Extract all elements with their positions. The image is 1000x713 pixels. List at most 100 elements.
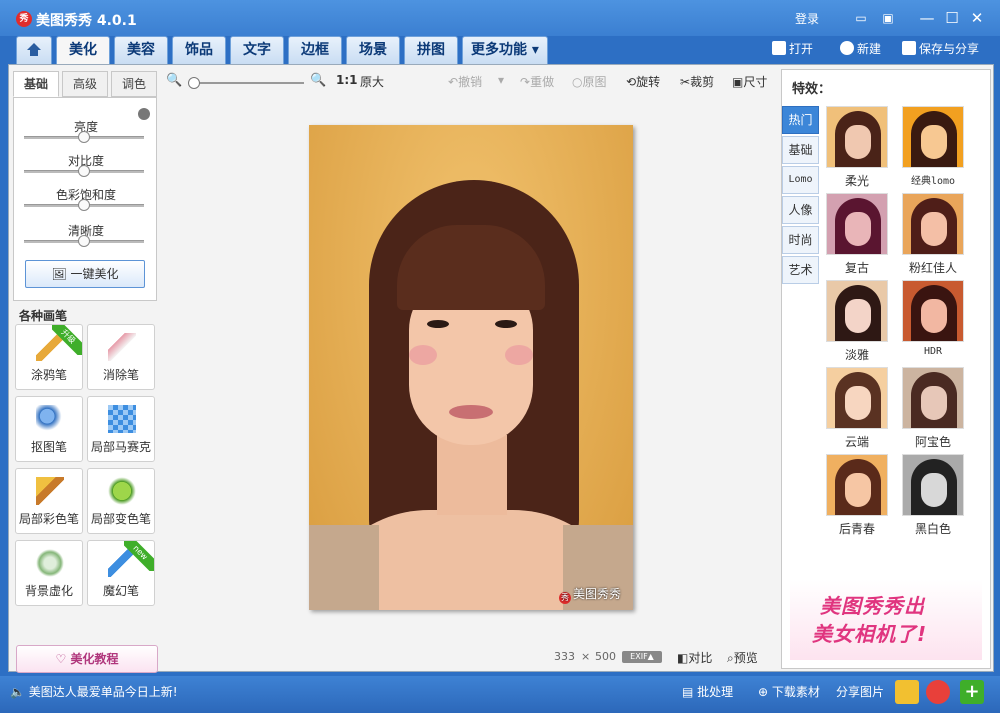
new-button[interactable]: 新建	[840, 40, 881, 58]
sharpness-knob[interactable]	[78, 235, 90, 247]
effect-thumbnail[interactable]	[902, 454, 964, 516]
beautify-tutorial-button[interactable]: ♡ 美化教程	[16, 645, 158, 673]
sharpness-slider[interactable]	[24, 235, 144, 247]
maximize-button[interactable]: ☐	[943, 9, 961, 27]
preview-button[interactable]: ⌕预览	[727, 649, 758, 666]
minimize-button[interactable]: —	[918, 9, 936, 27]
photo-sweater-left	[309, 525, 379, 610]
brightness-knob[interactable]	[78, 131, 90, 143]
mosaic-brush-button[interactable]: 局部马赛克	[87, 396, 155, 462]
subtab-color[interactable]: 调色	[111, 71, 157, 97]
effect-thumbnail[interactable]	[826, 367, 888, 429]
save-share-button[interactable]: 保存与分享	[902, 40, 979, 58]
graffiti-brush-button[interactable]: 升级 涂鸦笔	[15, 324, 83, 390]
edit-toolbar: 🔍 🔍 1:1 原大 ↶撤销 ▾ ↷重做 ○原图 ⟲旋转 ✂裁剪 ▣尺寸	[164, 71, 779, 93]
redo-label: 重做	[530, 75, 555, 89]
category-basic[interactable]: 基础	[782, 136, 819, 164]
add-share-icon[interactable]: +	[960, 680, 984, 704]
cutout-pen-icon	[36, 405, 64, 433]
brightness-slider[interactable]	[24, 131, 144, 143]
open-button[interactable]: 打开	[772, 40, 813, 58]
status-bar: 🔈 美图达人最爱单品今日上新! ▤ 批处理 ⊕ 下载素材 分享图片 +	[0, 676, 1000, 713]
contrast-knob[interactable]	[78, 165, 90, 177]
share-image-button[interactable]: 分享图片	[836, 683, 884, 700]
subtab-basic[interactable]: 基础	[13, 71, 59, 97]
category-art[interactable]: 艺术	[782, 256, 819, 284]
local-color-brush-button[interactable]: 局部彩色笔	[15, 468, 83, 534]
rotate-button[interactable]: ⟲旋转	[626, 73, 660, 90]
category-lomo[interactable]: Lomo	[782, 166, 819, 194]
download-materials-button[interactable]: ⊕ 下载素材	[758, 683, 820, 700]
qzone-star-icon[interactable]	[895, 680, 919, 704]
crop-button[interactable]: ✂裁剪	[680, 73, 714, 90]
tab-beautify[interactable]: 美化	[56, 36, 110, 64]
news-ticker[interactable]: 🔈 美图达人最爱单品今日上新!	[10, 683, 178, 700]
saturation-knob[interactable]	[78, 199, 90, 211]
tab-accessories[interactable]: 饰品	[172, 36, 226, 64]
undo-icon: ↶	[448, 75, 459, 89]
batch-process-button[interactable]: ▤ 批处理	[682, 683, 733, 700]
background-blur-button[interactable]: 背景虚化	[15, 540, 83, 606]
effect-thumbnail-face	[845, 212, 871, 246]
zoom-slider[interactable]	[192, 82, 304, 84]
local-color-brush-label: 局部彩色笔	[18, 512, 79, 526]
save-label: 保存与分享	[919, 42, 980, 56]
actual-size-ratio[interactable]: 1:1	[336, 73, 358, 87]
subtab-advanced[interactable]: 高级	[62, 71, 108, 97]
effect-thumbnail[interactable]	[902, 106, 964, 168]
effect-thumbnail[interactable]	[902, 367, 964, 429]
tab-scene[interactable]: 场景	[346, 36, 400, 64]
tab-frame[interactable]: 边框	[288, 36, 342, 64]
tab-more[interactable]: 更多功能 ▾	[462, 36, 548, 64]
category-fashion[interactable]: 时尚	[782, 226, 819, 254]
login-link[interactable]: 登录	[795, 10, 819, 27]
original-label: 原图	[582, 75, 607, 89]
compare-label: 对比	[688, 651, 713, 665]
compare-button[interactable]: ◧对比	[677, 649, 712, 666]
category-portrait[interactable]: 人像	[782, 196, 819, 224]
undo-button[interactable]: ↶撤销	[448, 73, 482, 90]
undo-dropdown[interactable]: ▾	[498, 73, 504, 87]
folder-icon	[772, 41, 786, 55]
close-button[interactable]: ✕	[968, 9, 986, 27]
tab-home[interactable]	[16, 36, 52, 64]
effect-label: 淡雅	[844, 348, 869, 362]
contrast-slider[interactable]	[24, 165, 144, 177]
effect-thumbnail[interactable]	[902, 193, 964, 255]
image-times: ×	[581, 650, 591, 663]
effect-thumbnail[interactable]	[826, 106, 888, 168]
skin-icon[interactable]: ▣	[879, 9, 897, 27]
speaker-icon: 🔈	[10, 685, 25, 699]
effect-thumbnail[interactable]	[826, 193, 888, 255]
weibo-icon[interactable]	[926, 680, 950, 704]
resize-button[interactable]: ▣尺寸	[732, 73, 767, 90]
zoom-out-icon[interactable]: 🔍	[166, 73, 182, 88]
magic-brush-button[interactable]: new 魔幻笔	[87, 540, 155, 606]
exif-button[interactable]: EXIF▲	[622, 651, 662, 663]
title-bar: 秀 美图秀秀 4.0.1 登录 ▭ ▣ — ☐ ✕	[0, 0, 1000, 36]
local-recolor-brush-button[interactable]: 局部变色笔	[87, 468, 155, 534]
promo-banner[interactable]: 美图秀秀出 美女相机了!	[790, 580, 982, 660]
actual-size-button[interactable]: 原大	[360, 73, 384, 90]
feedback-icon[interactable]: ▭	[852, 9, 870, 27]
effect-thumbnail-face	[921, 299, 947, 333]
saturation-slider[interactable]	[24, 199, 144, 211]
zoom-knob[interactable]	[188, 77, 200, 89]
effect-thumbnail[interactable]	[826, 454, 888, 516]
category-hot[interactable]: 热门	[782, 106, 819, 134]
photo-canvas[interactable]: 秀美图秀秀	[309, 125, 633, 610]
tab-collage[interactable]: 拼图	[404, 36, 458, 64]
cutout-brush-button[interactable]: 抠图笔	[15, 396, 83, 462]
one-key-beautify-button[interactable]: 🖼 一键美化	[25, 260, 145, 288]
effect-thumbnail[interactable]	[902, 280, 964, 342]
redo-button[interactable]: ↷重做	[520, 73, 554, 90]
tab-text[interactable]: 文字	[230, 36, 284, 64]
effects-title: 特效：	[792, 82, 832, 97]
zoom-in-icon[interactable]: 🔍	[310, 73, 326, 88]
effect-thumbnail-face	[845, 299, 871, 333]
original-button[interactable]: ○原图	[572, 73, 607, 90]
tab-beauty[interactable]: 美容	[114, 36, 168, 64]
eraser-brush-label: 消除笔	[102, 368, 139, 382]
eraser-brush-button[interactable]: 消除笔	[87, 324, 155, 390]
effect-thumbnail[interactable]	[826, 280, 888, 342]
